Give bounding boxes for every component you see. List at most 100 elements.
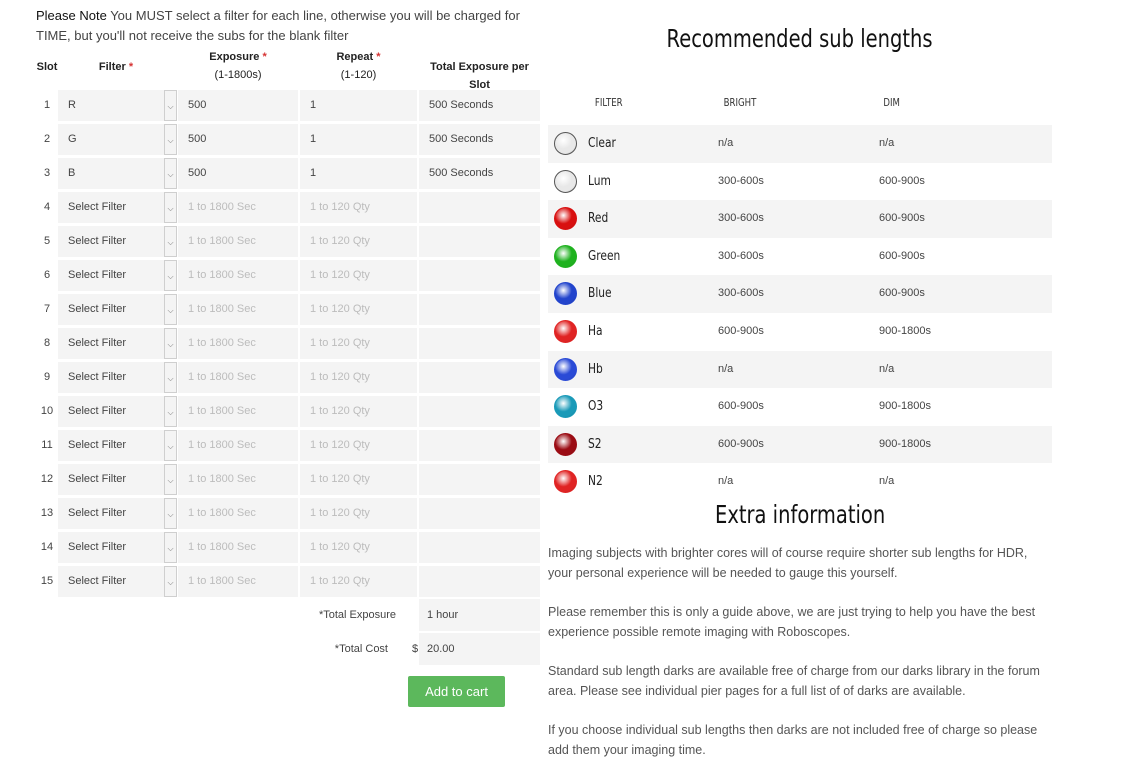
slot-number: 6	[43, 269, 51, 281]
chevron-down-icon[interactable]: ⌵	[164, 532, 177, 563]
repeat-input[interactable]: 1 to 120 Qty	[300, 566, 417, 597]
dim-length: 900-1800s	[879, 437, 931, 450]
table-row: 1 R ⌵ 500 1 500 Seconds	[36, 88, 542, 122]
repeat-input[interactable]: 1 to 120 Qty	[300, 192, 417, 223]
filter-row: Lum 300-600s 600-900s	[548, 163, 1052, 201]
filter-select[interactable]: Select Filter	[58, 464, 166, 495]
filter-select[interactable]: Select Filter	[58, 260, 166, 291]
chevron-down-icon[interactable]: ⌵	[164, 226, 177, 257]
filter-value: R	[68, 99, 76, 111]
filter-value: B	[68, 167, 76, 179]
repeat-input[interactable]: 1	[300, 124, 417, 155]
exposure-input[interactable]: 1 to 1800 Sec	[178, 498, 298, 529]
repeat-input[interactable]: 1 to 120 Qty	[300, 396, 417, 427]
table-row: 14 Select Filter ⌵ 1 to 1800 Sec 1 to 120 Qt…	[36, 530, 542, 564]
filter-select[interactable]: Select Filter	[58, 362, 166, 393]
chevron-down-icon[interactable]: ⌵	[164, 464, 177, 495]
repeat-input[interactable]: 1 to 120 Qty	[300, 328, 417, 359]
slot-number: 5	[43, 235, 51, 247]
required-mark: *	[128, 61, 134, 73]
table-row: 10 Select Filter ⌵ 1 to 1800 Sec 1 to 120 Qt…	[36, 394, 542, 428]
chevron-down-icon[interactable]: ⌵	[164, 430, 177, 461]
table-row: 5 Select Filter ⌵ 1 to 1800 Sec 1 to 120 Qty	[36, 224, 542, 258]
repeat-placeholder: 1 to 120 Qty	[310, 303, 370, 315]
repeat-input[interactable]: 1	[300, 90, 417, 121]
filter-select[interactable]: Select Filter	[58, 294, 166, 325]
filter-select[interactable]: G	[58, 124, 166, 155]
slot-number: 12	[40, 473, 54, 485]
filter-name: N2	[588, 474, 603, 490]
exposure-input[interactable]: 500	[178, 124, 298, 155]
exposure-input[interactable]: 1 to 1800 Sec	[178, 362, 298, 393]
slot-number: 2	[43, 133, 51, 145]
chevron-down-icon[interactable]: ⌵	[164, 260, 177, 291]
repeat-input[interactable]: 1 to 120 Qty	[300, 260, 417, 291]
filter-select[interactable]: R	[58, 90, 166, 121]
filter-select[interactable]: B	[58, 158, 166, 189]
exposure-input[interactable]: 1 to 1800 Sec	[178, 328, 298, 359]
repeat-input[interactable]: 1 to 120 Qty	[300, 532, 417, 563]
table-header: Slot Filter * Exposure * (1-1800s) Repeat…	[36, 46, 542, 91]
chevron-down-icon[interactable]: ⌵	[164, 566, 177, 597]
exposure-input[interactable]: 1 to 1800 Sec	[178, 532, 298, 563]
exposure-input[interactable]: 1 to 1800 Sec	[178, 226, 298, 257]
filter-select[interactable]: Select Filter	[58, 498, 166, 529]
table-row: 7 Select Filter ⌵ 1 to 1800 Sec 1 to 120 Qty	[36, 292, 542, 326]
repeat-input[interactable]: 1	[300, 158, 417, 189]
exposure-input[interactable]: 500	[178, 90, 298, 121]
filter-placeholder: Select Filter	[68, 303, 127, 315]
add-to-cart-button[interactable]: Add to cart	[408, 676, 505, 707]
repeat-input[interactable]: 1 to 120 Qty	[300, 294, 417, 325]
dim-length: 600-900s	[879, 287, 925, 300]
chevron-down-icon[interactable]: ⌵	[164, 362, 177, 393]
slot-number: 7	[43, 303, 51, 315]
exposure-input[interactable]: 1 to 1800 Sec	[178, 396, 298, 427]
repeat-placeholder: 1 to 120 Qty	[310, 337, 370, 349]
filter-select[interactable]: Select Filter	[58, 396, 166, 427]
repeat-input[interactable]: 1 to 120 Qty	[300, 430, 417, 461]
repeat-input[interactable]: 1 to 120 Qty	[300, 464, 417, 495]
repeat-value: 1	[310, 167, 317, 179]
bright-length: n/a	[718, 362, 734, 375]
filter-select[interactable]: Select Filter	[58, 226, 166, 257]
exposure-input[interactable]: 1 to 1800 Sec	[178, 192, 298, 223]
repeat-placeholder: 1 to 120 Qty	[310, 439, 370, 451]
exposure-input[interactable]: 1 to 1800 Sec	[178, 566, 298, 597]
extra-paragraph: If you choose individual sub lengths the…	[548, 723, 1038, 757]
repeat-input[interactable]: 1 to 120 Qty	[300, 362, 417, 393]
chevron-down-icon[interactable]: ⌵	[164, 124, 177, 155]
repeat-input[interactable]: 1 to 120 Qty	[300, 226, 417, 257]
filter-select[interactable]: Select Filter	[58, 192, 166, 223]
exposure-placeholder: 1 to 1800 Sec	[188, 371, 256, 383]
repeat-placeholder: 1 to 120 Qty	[310, 473, 370, 485]
filter-select[interactable]: Select Filter	[58, 532, 166, 563]
filter-placeholder: Select Filter	[68, 575, 127, 587]
filter-row: Red 300-600s 600-900s	[548, 200, 1052, 238]
bright-length: 300-600s	[718, 212, 764, 225]
filter-select[interactable]: Select Filter	[58, 328, 166, 359]
chevron-down-icon[interactable]: ⌵	[164, 192, 177, 223]
filter-note: Please Note You MUST select a filter for…	[36, 6, 542, 46]
exposure-input[interactable]: 1 to 1800 Sec	[178, 294, 298, 325]
chevron-down-icon[interactable]: ⌵	[164, 294, 177, 325]
exposure-input[interactable]: 1 to 1800 Sec	[178, 464, 298, 495]
exposure-input[interactable]: 500	[178, 158, 298, 189]
filter-select[interactable]: Select Filter	[58, 430, 166, 461]
exposure-placeholder: 1 to 1800 Sec	[188, 201, 256, 213]
chevron-down-icon[interactable]: ⌵	[164, 396, 177, 427]
filter-select[interactable]: Select Filter	[58, 566, 166, 597]
repeat-input[interactable]: 1 to 120 Qty	[300, 498, 417, 529]
filter-placeholder: Select Filter	[68, 371, 127, 383]
dim-length: 900-1800s	[879, 325, 931, 337]
exposure-input[interactable]: 1 to 1800 Sec	[178, 260, 298, 291]
filter-placeholder: Select Filter	[68, 337, 127, 349]
slot-total	[419, 566, 540, 597]
chevron-down-icon[interactable]: ⌵	[164, 498, 177, 529]
filter-row: S2 600-900s 900-1800s	[548, 425, 1052, 464]
recommended-header: FILTER BRIGHT DIM	[548, 96, 1052, 114]
chevron-down-icon[interactable]: ⌵	[164, 158, 177, 189]
chevron-down-icon[interactable]: ⌵	[164, 90, 177, 121]
exposure-input[interactable]: 1 to 1800 Sec	[178, 430, 298, 461]
header-exposure: Exposure * (1-1800s)	[178, 48, 298, 84]
chevron-down-icon[interactable]: ⌵	[164, 328, 177, 359]
